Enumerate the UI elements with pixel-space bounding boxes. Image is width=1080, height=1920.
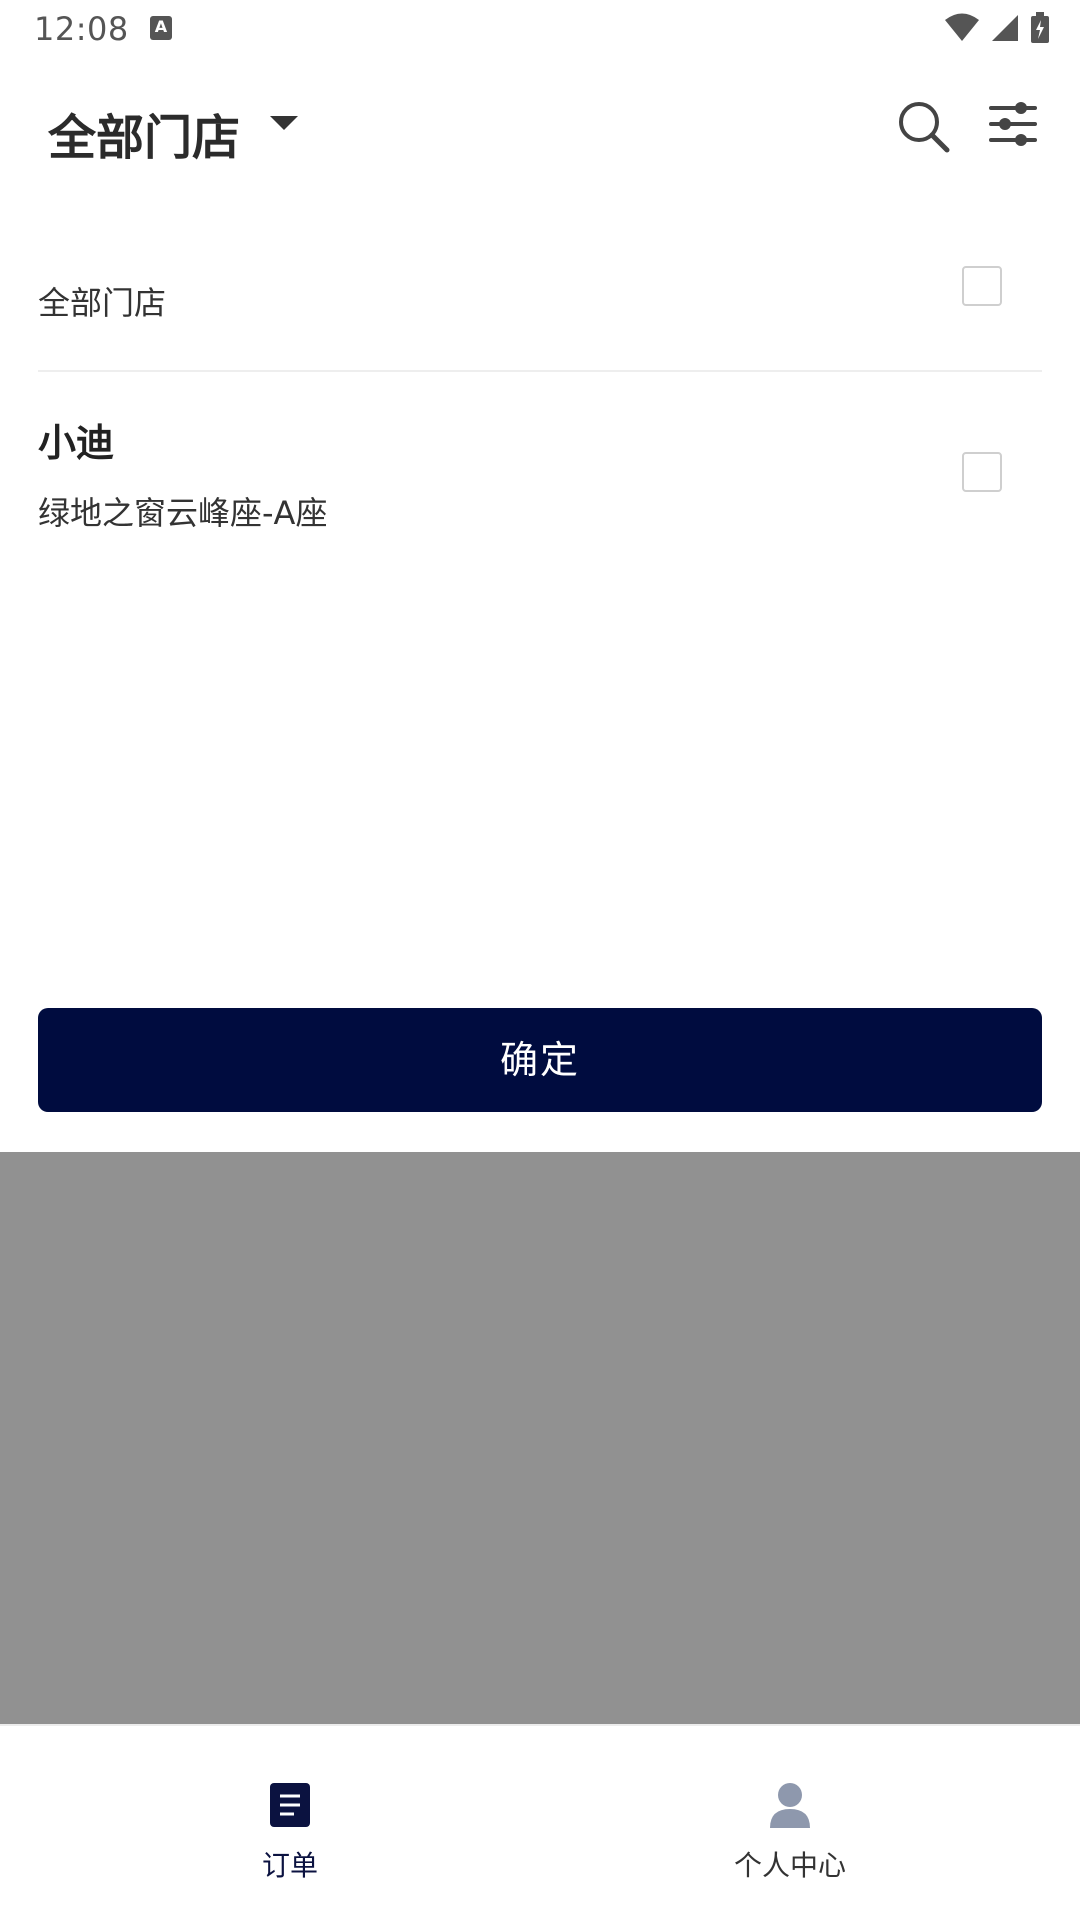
store-option-all-checkbox[interactable] bbox=[962, 266, 1002, 306]
nav-label-profile: 个人中心 bbox=[733, 1849, 846, 1882]
confirm-button[interactable]: 确定 bbox=[38, 1008, 1042, 1112]
bottom-nav: 订单 个人中心 bbox=[0, 1724, 1080, 1920]
store-option[interactable]: 小迪 绿地之窗云峰座-A座 bbox=[38, 372, 1042, 572]
store-option-checkbox[interactable] bbox=[962, 452, 1002, 492]
user-icon bbox=[770, 1783, 810, 1828]
dim-overlay[interactable] bbox=[0, 1152, 1080, 1724]
battery-icon bbox=[1031, 12, 1049, 43]
store-name: 小迪 bbox=[38, 421, 115, 465]
status-icons bbox=[944, 12, 1050, 44]
notification-icon: A bbox=[150, 16, 172, 40]
store-selector-title[interactable]: 全部门店 bbox=[48, 98, 240, 168]
nav-label-orders: 订单 bbox=[261, 1849, 318, 1882]
nav-item-profile[interactable]: 个人中心 bbox=[640, 1726, 940, 1916]
store-picker-screen: 12:08 A 全部门店 全部门店 小迪 绿地之窗云峰座-A座 确定 订单 个人… bbox=[0, 0, 1080, 1920]
caret-down-icon[interactable] bbox=[270, 116, 298, 130]
wifi-icon bbox=[945, 13, 979, 41]
search-icon[interactable] bbox=[895, 98, 951, 154]
store-option-all[interactable]: 全部门店 bbox=[38, 250, 1042, 372]
filter-icon[interactable] bbox=[985, 96, 1041, 152]
signal-icon bbox=[992, 15, 1018, 41]
orders-icon bbox=[270, 1783, 310, 1827]
nav-item-orders[interactable]: 订单 bbox=[140, 1726, 440, 1916]
header: 全部门店 bbox=[0, 60, 1080, 190]
store-option-all-label: 全部门店 bbox=[38, 284, 167, 322]
store-address: 绿地之窗云峰座-A座 bbox=[38, 494, 328, 532]
status-bar: 12:08 A bbox=[0, 0, 1080, 60]
status-time: 12:08 bbox=[34, 10, 129, 48]
